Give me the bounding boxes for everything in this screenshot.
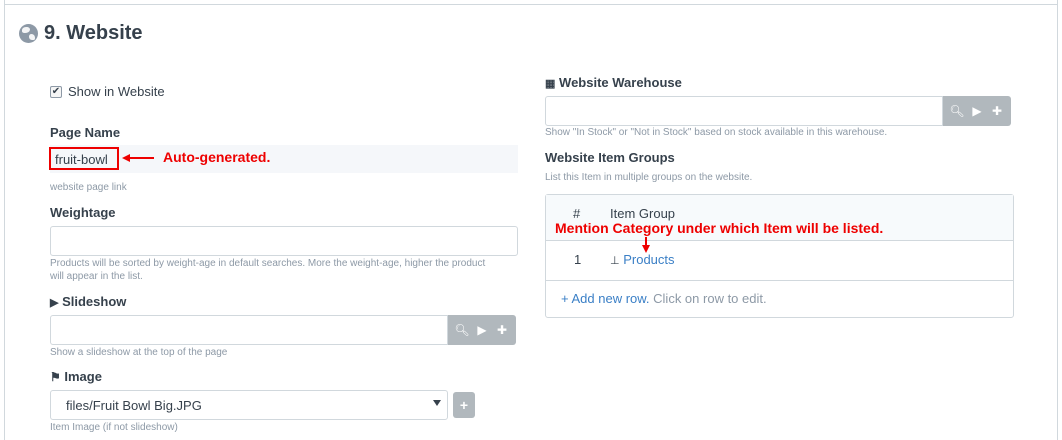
frame-divider — [4, 4, 1058, 5]
show-in-website-label: Show in Website — [68, 84, 165, 99]
add-new-row-link[interactable]: + Add new row. — [561, 291, 650, 306]
item-groups-table: # Item Group 1 ⊥ Products + Add new row.… — [545, 194, 1014, 318]
image-select-value: files/Fruit Bowl Big.JPG — [66, 398, 202, 413]
image-select[interactable]: files/Fruit Bowl Big.JPG — [50, 390, 448, 420]
add-row-area: + Add new row. Click on row to edit. — [561, 291, 767, 306]
add-row-hint: Click on row to edit. — [653, 291, 767, 306]
page-name-label: Page Name — [50, 125, 121, 140]
caret-down-icon — [433, 400, 441, 406]
building-icon: ▦ — [545, 78, 556, 90]
slideshow-input[interactable] — [50, 315, 448, 345]
item-groups-annotation: Mention Category under which Item will b… — [555, 220, 884, 236]
slideshow-label-row: ▶ Slideshow — [50, 294, 126, 309]
column-header-idx: # — [573, 206, 581, 221]
search-icon[interactable]: 🔍︎ — [453, 323, 471, 337]
page-name-field — [50, 145, 518, 173]
slideshow-label: Slideshow — [62, 294, 127, 309]
slideshow-link-buttons: 🔍︎ ▶ ✚ — [448, 315, 516, 345]
annotation-arrow-left-icon — [122, 154, 154, 162]
column-header-item-group: Item Group — [610, 206, 676, 221]
weightage-help-line2: will appear in the list. — [50, 271, 143, 282]
page-name-annotation: Auto-generated. — [163, 149, 271, 165]
row-idx: 1 — [574, 252, 582, 267]
page-name-highlight: fruit-bowl — [49, 147, 119, 170]
item-groups-help: List this Item in multiple groups on the… — [545, 172, 753, 183]
page-name-value: fruit-bowl — [55, 152, 108, 167]
item-group-link[interactable]: Products — [623, 252, 674, 267]
weightage-help-line1: Products will be sorted by weight-age in… — [50, 258, 486, 269]
add-icon[interactable]: ✚ — [493, 323, 511, 337]
slideshow-help: Show a slideshow at the top of the page — [50, 347, 228, 358]
play-icon: ▶ — [50, 297, 59, 309]
warehouse-help: Show "In Stock" or "Not in Stock" based … — [545, 127, 888, 138]
page-name-help: website page link — [50, 182, 127, 193]
section-title: 9. Website — [44, 22, 143, 44]
show-in-website-checkbox[interactable]: ✔ — [50, 86, 62, 98]
weightage-input[interactable] — [50, 226, 518, 256]
section-header: 9. Website — [19, 22, 143, 45]
search-icon[interactable]: 🔍︎ — [948, 104, 966, 118]
image-label-row: ⚑ Image — [50, 369, 102, 384]
warehouse-link-buttons: 🔍︎ ▶ ✚ — [943, 96, 1011, 126]
annotation-arrow-down-icon — [642, 237, 650, 253]
item-groups-label: Website Item Groups — [545, 150, 675, 165]
weightage-label: Weightage — [50, 205, 116, 220]
image-label: Image — [64, 369, 102, 384]
open-link-icon[interactable]: ▶ — [473, 323, 491, 337]
warehouse-label-row: ▦ Website Warehouse — [545, 75, 682, 90]
image-help: Item Image (if not slideshow) — [50, 422, 178, 433]
warehouse-input[interactable] — [545, 96, 943, 126]
add-icon[interactable]: ✚ — [988, 104, 1006, 118]
flag-icon: ⚑ — [50, 370, 61, 384]
globe-icon — [19, 24, 38, 43]
row-item-group[interactable]: ⊥ Products — [610, 252, 675, 267]
sitemap-icon: ⊥ — [610, 255, 620, 267]
open-link-icon[interactable]: ▶ — [968, 104, 986, 118]
attach-image-button[interactable]: + — [453, 392, 475, 418]
table-row[interactable]: 1 ⊥ Products — [546, 241, 1013, 281]
warehouse-label: Website Warehouse — [559, 75, 682, 90]
